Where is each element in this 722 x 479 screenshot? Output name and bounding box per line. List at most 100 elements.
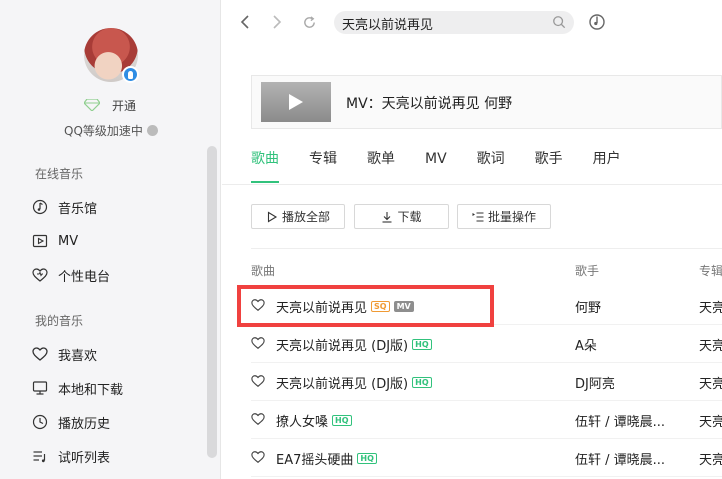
heart-icon bbox=[32, 347, 48, 361]
section-title-mine: 我的音乐 bbox=[35, 314, 84, 328]
heart-icon[interactable] bbox=[251, 336, 265, 350]
song-singer[interactable]: A朵 bbox=[575, 335, 597, 354]
sidebar-item-label: 个性电台 bbox=[58, 269, 111, 285]
table-row[interactable]: 天亮以前说再见 (DJ版) HQ A朵 天亮 bbox=[251, 325, 722, 363]
sidebar-item-mv[interactable]: MV bbox=[32, 229, 78, 253]
table-row[interactable]: EA7摇头硬曲 HQ 伍轩 / 谭晓晨... 天亮 bbox=[251, 439, 722, 477]
play-icon bbox=[289, 94, 303, 110]
hq-badge: HQ bbox=[332, 415, 352, 426]
search-input-value: 天亮以前说再见 bbox=[342, 18, 434, 33]
level-accelerate-icon bbox=[146, 124, 158, 136]
listen-recognize-icon[interactable] bbox=[588, 13, 606, 31]
refresh-button[interactable] bbox=[300, 13, 318, 31]
batch-operation-label: 批量操作 bbox=[487, 210, 536, 224]
song-name[interactable]: 天亮以前说再见 (DJ版) HQ bbox=[276, 373, 432, 392]
top-bar: 天亮以前说再见 bbox=[222, 0, 722, 46]
history-icon bbox=[32, 414, 48, 430]
sidebar-item-history[interactable]: 播放历史 bbox=[32, 410, 110, 434]
column-header-album[interactable]: 专辑 bbox=[699, 262, 722, 279]
sidebar-item-local-download[interactable]: 本地和下载 bbox=[32, 376, 123, 400]
section-title-online: 在线音乐 bbox=[35, 167, 84, 181]
song-singer[interactable]: DJ阿亮 bbox=[575, 373, 615, 392]
tab-songs[interactable]: 歌曲 bbox=[251, 149, 279, 183]
forward-button[interactable] bbox=[268, 13, 286, 31]
refresh-icon bbox=[303, 15, 315, 28]
table-row[interactable]: 撩人女嗓 HQ 伍轩 / 谭晓晨... 天亮 bbox=[251, 401, 722, 439]
column-header-song[interactable]: 歌曲 bbox=[251, 262, 275, 279]
playlist-icon bbox=[33, 451, 46, 463]
tab-playlists[interactable]: 歌单 bbox=[367, 149, 395, 183]
tabs-divider bbox=[222, 184, 722, 185]
sidebar-item-label: MV bbox=[58, 233, 79, 249]
batch-list-icon bbox=[472, 212, 484, 221]
song-album[interactable]: 天亮 bbox=[699, 373, 722, 392]
download-label: 下载 bbox=[397, 210, 422, 224]
tab-albums[interactable]: 专辑 bbox=[309, 149, 337, 183]
download-icon bbox=[382, 211, 392, 223]
table-divider bbox=[251, 248, 722, 249]
tab-singers[interactable]: 歌手 bbox=[535, 149, 563, 183]
radio-heart-icon bbox=[32, 268, 48, 282]
sidebar-item-favorites[interactable]: 我喜欢 bbox=[32, 342, 97, 366]
sidebar-item-label: 音乐馆 bbox=[58, 201, 98, 217]
heart-icon[interactable] bbox=[251, 374, 265, 388]
play-outline-icon bbox=[267, 211, 278, 222]
table-row[interactable]: 天亮以前说再见 (DJ版) HQ DJ阿亮 天亮 bbox=[251, 363, 722, 401]
song-singer[interactable]: 伍轩 / 谭晓晨... bbox=[575, 449, 665, 468]
mv-thumbnail[interactable] bbox=[261, 82, 331, 122]
tab-users[interactable]: 用户 bbox=[593, 149, 621, 183]
hq-badge: HQ bbox=[412, 377, 432, 388]
song-title: 撩人女嗓 bbox=[276, 415, 329, 430]
song-album[interactable]: 天亮 bbox=[699, 411, 722, 430]
sidebar-item-music-hall[interactable]: 音乐馆 bbox=[32, 195, 97, 219]
song-album[interactable]: 天亮 bbox=[699, 335, 722, 354]
sidebar-item-label: 本地和下载 bbox=[58, 382, 124, 398]
music-hall-icon bbox=[32, 199, 48, 215]
download-button[interactable]: 下载 bbox=[354, 204, 449, 229]
vip-open-link[interactable]: 开通 bbox=[84, 96, 136, 114]
qq-level-label: QQ等级加速中 bbox=[64, 123, 143, 138]
avatar[interactable] bbox=[84, 28, 139, 83]
song-name[interactable]: EA7摇头硬曲 HQ bbox=[276, 449, 377, 468]
sidebar-scrollbar[interactable] bbox=[207, 146, 217, 458]
sidebar-item-trial-list[interactable]: 试听列表 bbox=[32, 444, 110, 468]
song-album[interactable]: 天亮 bbox=[699, 297, 722, 316]
heart-icon[interactable] bbox=[251, 412, 265, 426]
sidebar-item-label: 播放历史 bbox=[58, 416, 111, 432]
play-all-button[interactable]: 播放全部 bbox=[251, 204, 345, 229]
song-name[interactable]: 天亮以前说再见 (DJ版) HQ bbox=[276, 335, 432, 354]
qq-penguin-icon bbox=[122, 66, 139, 83]
highlight-box bbox=[237, 285, 494, 327]
search-input[interactable]: 天亮以前说再见 bbox=[334, 11, 574, 34]
song-title: EA7摇头硬曲 bbox=[276, 453, 354, 468]
tab-lyrics[interactable]: 歌词 bbox=[477, 149, 505, 183]
chevron-right-icon bbox=[273, 15, 282, 29]
song-title: 天亮以前说再见 (DJ版) bbox=[276, 377, 409, 392]
sidebar-item-radio[interactable]: 个性电台 bbox=[32, 263, 110, 287]
hq-badge: HQ bbox=[412, 339, 432, 350]
diamond-icon bbox=[84, 99, 100, 111]
batch-operation-button[interactable]: 批量操作 bbox=[457, 204, 551, 229]
qq-level-status[interactable]: QQ等级加速中 bbox=[64, 121, 158, 139]
column-header-singer[interactable]: 歌手 bbox=[575, 262, 599, 279]
heart-icon[interactable] bbox=[251, 450, 265, 464]
mv-result-banner[interactable]: MV：天亮以前说再见 何野 bbox=[251, 75, 722, 129]
song-singer[interactable]: 伍轩 / 谭晓晨... bbox=[575, 411, 665, 430]
search-icon[interactable] bbox=[552, 15, 566, 29]
mv-title: MV：天亮以前说再见 何野 bbox=[346, 96, 513, 112]
chevron-left-icon bbox=[240, 15, 249, 29]
tab-mv[interactable]: MV bbox=[425, 149, 447, 183]
song-singer[interactable]: 何野 bbox=[575, 297, 601, 316]
monitor-icon bbox=[32, 381, 48, 395]
song-title: 天亮以前说再见 (DJ版) bbox=[276, 339, 409, 354]
sidebar-item-label: 试听列表 bbox=[58, 450, 111, 466]
result-tabs: 歌曲 专辑 歌单 MV 歌词 歌手 用户 bbox=[251, 149, 651, 185]
vip-open-label: 开通 bbox=[112, 98, 137, 113]
mv-icon bbox=[32, 234, 48, 248]
sidebar-item-label: 我喜欢 bbox=[58, 348, 98, 364]
back-button[interactable] bbox=[236, 13, 254, 31]
play-all-label: 播放全部 bbox=[281, 210, 330, 224]
hq-badge: HQ bbox=[357, 453, 377, 464]
song-album[interactable]: 天亮 bbox=[699, 449, 722, 468]
song-name[interactable]: 撩人女嗓 HQ bbox=[276, 411, 352, 430]
